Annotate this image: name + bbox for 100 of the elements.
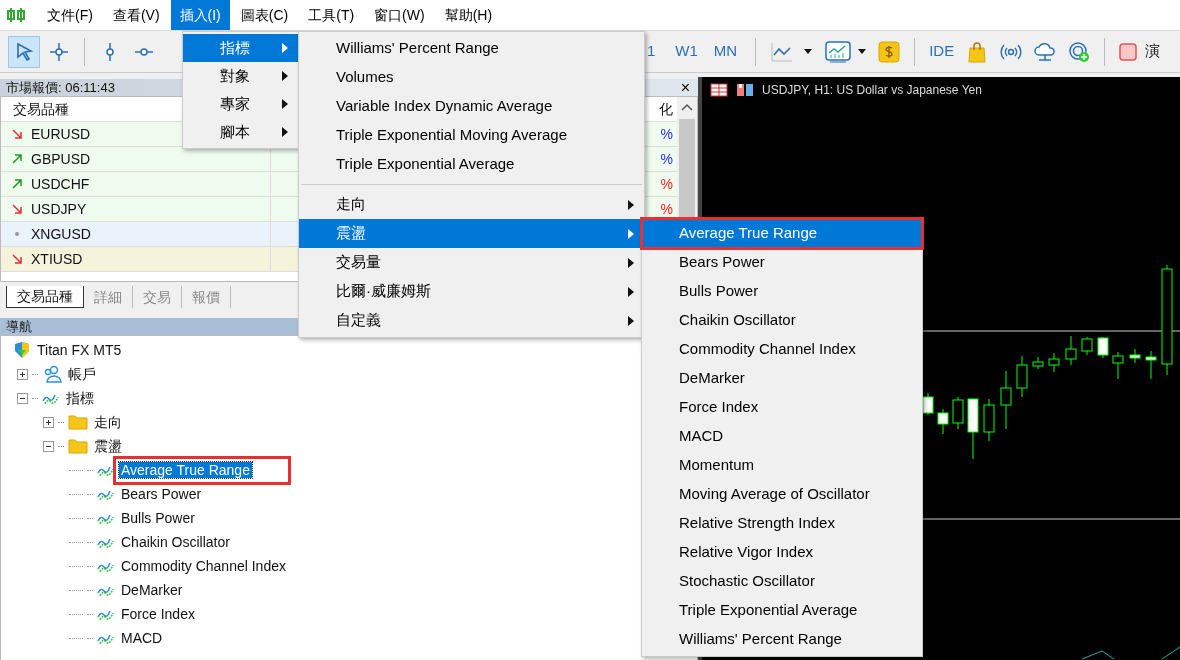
folder-icon [68, 414, 88, 430]
collapse-icon[interactable] [43, 440, 54, 452]
menu-item[interactable]: DeMarker [642, 364, 922, 393]
change-cell-text: % [659, 124, 674, 144]
tree-item[interactable]: Bears Power [119, 483, 204, 505]
menu-item[interactable]: Williams' Percent Range [299, 34, 644, 63]
menu-item[interactable]: 插入(I) [170, 0, 230, 30]
menu-item[interactable]: Stochastic Oscillator [642, 567, 922, 596]
folder-icon [68, 438, 88, 454]
menu-item[interactable]: Force Index [642, 393, 922, 422]
timeframe-button[interactable]: MN [709, 35, 742, 68]
menu-item[interactable]: 腳本 [183, 118, 298, 146]
menu-item[interactable]: 對象 [183, 62, 298, 90]
menu-item[interactable]: Relative Vigor Index [642, 538, 922, 567]
symbol-name: USDJPY [31, 199, 87, 219]
menu-item[interactable]: 指標 [183, 34, 298, 62]
users-icon [42, 365, 62, 383]
menu-item[interactable]: 交易量 [299, 248, 644, 277]
menu-item[interactable]: 圖表(C) [231, 0, 298, 30]
algo-trading-button[interactable]: 演 [1115, 35, 1165, 68]
symbol-name: EURUSD [31, 124, 91, 144]
menu-item[interactable]: 比爾·威廉姆斯 [299, 277, 644, 306]
vps-icon [1068, 40, 1091, 63]
menu-item[interactable]: Variable Index Dynamic Average [299, 92, 644, 121]
symbol-name: GBPUSD [31, 149, 91, 169]
tree-item[interactable]: 震盪 [92, 435, 124, 457]
menu-item[interactable]: MACD [642, 422, 922, 451]
pointer-button[interactable] [8, 35, 40, 68]
menu-item[interactable]: Moving Average of Oscillator [642, 480, 922, 509]
menu-item[interactable]: Volumes [299, 63, 644, 92]
tree-item[interactable]: DeMarker [119, 579, 185, 601]
menu-item[interactable]: 幫助(H) [435, 0, 502, 30]
panel-title: 市場報價: 06:11:43 [6, 78, 115, 97]
menu-item[interactable]: Bulls Power [642, 277, 922, 306]
submenu-arrow-icon [282, 43, 288, 53]
change-cell-text: % [659, 199, 674, 219]
menu-item[interactable]: Average True Range [642, 219, 922, 248]
submenu-arrow-icon [282, 127, 288, 137]
candlestick [1048, 352, 1060, 373]
menu-item[interactable]: Commodity Channel Index [642, 335, 922, 364]
menu-item[interactable]: Triple Exponential Average [642, 596, 922, 625]
symbol-name: XTIUSD [31, 249, 83, 269]
column-header: 化 [658, 99, 674, 119]
tree-item[interactable]: Chaikin Oscillator [119, 531, 232, 553]
shield-logo-icon [13, 341, 31, 359]
menu-item[interactable]: Bears Power [642, 248, 922, 277]
tree-item[interactable]: Bulls Power [119, 507, 197, 529]
tree-item[interactable]: Commodity Channel Index [119, 555, 288, 577]
tree-item[interactable]: 帳戶 [66, 363, 98, 385]
menu-item[interactable]: 窗口(W) [365, 0, 434, 30]
candlestick [922, 392, 934, 416]
stop-icon [1119, 42, 1138, 61]
tree-item[interactable]: MACD [119, 627, 165, 649]
tree-item[interactable]: Average True Range [119, 461, 252, 478]
menu-item[interactable]: Triple Exponential Moving Average [299, 121, 644, 150]
caret-icon [858, 49, 867, 54]
caret-icon [804, 49, 813, 54]
candlestick [1081, 336, 1093, 356]
change-cell-text: % [659, 174, 674, 194]
symbol-name: USDCHF [31, 174, 90, 194]
submenu-arrow-icon [282, 99, 288, 109]
menu-item[interactable]: 查看(V) [103, 0, 169, 30]
timeframe-button[interactable]: 1 [643, 35, 660, 68]
menu-item[interactable]: Chaikin Oscillator [642, 306, 922, 335]
candlestick [967, 398, 979, 460]
menu-item[interactable]: Momentum [642, 451, 922, 480]
menu-item[interactable]: 文件(F) [38, 0, 102, 30]
candlestick [937, 408, 949, 435]
expand-icon[interactable] [43, 416, 54, 428]
tree-item[interactable]: 走向 [92, 411, 124, 433]
change-cell-text: % [659, 149, 674, 169]
submenu-arrow-icon [628, 257, 634, 268]
menu-item[interactable]: 專家 [183, 90, 298, 118]
tab[interactable]: 交易品種 [6, 286, 84, 308]
menu-item[interactable]: Relative Strength Index [642, 509, 922, 538]
ide-button[interactable]: IDE [925, 35, 959, 68]
symbol-name: XNGUSD [31, 224, 91, 244]
menu-item[interactable]: 走向 [299, 190, 644, 219]
collapse-icon[interactable] [17, 392, 28, 404]
dollar-icon [878, 40, 901, 63]
menu-item[interactable]: 自定義 [299, 306, 644, 335]
table-icon [710, 83, 728, 97]
menu-item[interactable]: Williams' Percent Range [642, 625, 922, 654]
timeframe-button[interactable]: W1 [671, 35, 702, 68]
panel-title: 導航 [6, 317, 32, 336]
close-button[interactable]: × [672, 80, 698, 95]
tree-item[interactable]: 指標 [64, 387, 96, 409]
tree-item[interactable]: Titan FX MT5 [35, 339, 124, 361]
menu-item[interactable]: 工具(T) [299, 0, 364, 30]
candlestick [952, 396, 964, 430]
submenu-arrow-icon [628, 199, 634, 210]
tree-item[interactable]: Force Index [119, 603, 197, 625]
submenu-arrow-icon [628, 286, 634, 297]
candlestick [1016, 355, 1028, 398]
candlestick [1032, 356, 1044, 370]
crosshair-icon [48, 40, 70, 63]
expand-icon[interactable] [17, 368, 28, 380]
candlestick [1065, 335, 1077, 366]
candlestick [1145, 350, 1157, 380]
candlestick [1129, 348, 1141, 364]
